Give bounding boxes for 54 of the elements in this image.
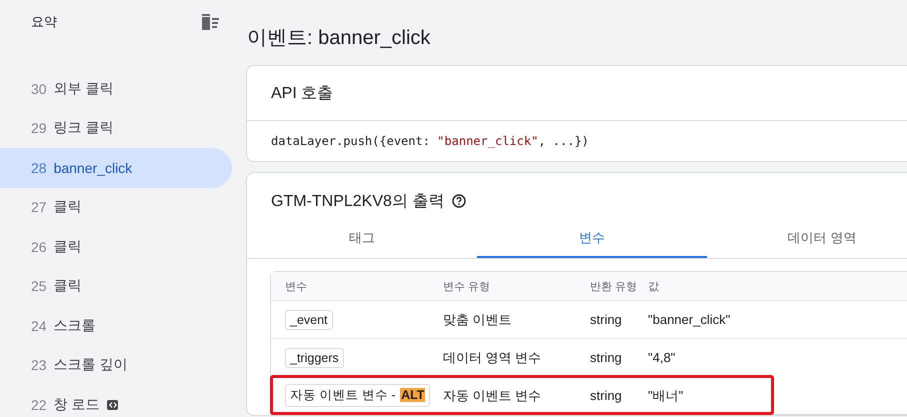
event-list-item[interactable]: 28 banner_click [0, 148, 232, 188]
table-cell: 데이터 영역 변수 [443, 350, 542, 364]
clear-list-icon[interactable] [200, 13, 222, 31]
variable-chip[interactable]: _event [285, 310, 333, 330]
event-name: 창 로드 [54, 396, 100, 414]
table-cell: "banner_click" [648, 312, 730, 327]
event-list-item[interactable]: 24 스크롤 [0, 306, 232, 346]
event-list-item[interactable]: 25 클릭 [0, 266, 232, 306]
page-title: 이벤트: banner_click [247, 26, 432, 51]
table-cell: "배너" [648, 388, 684, 402]
event-list-item[interactable]: 22 창 로드 [0, 385, 232, 417]
code-icon [107, 400, 118, 410]
event-name: 링크 클릭 [54, 119, 114, 138]
event-number: 29 [31, 120, 47, 136]
tab[interactable]: 데이터 영역 [707, 219, 907, 258]
event-name: banner_click [54, 160, 132, 176]
help-icon[interactable] [452, 194, 466, 208]
code-line: dataLayer.push({event: "banner_click", ...}) [270, 133, 590, 150]
table-cell: 맞춤 이벤트 [443, 312, 512, 326]
event-number: 27 [31, 199, 47, 216]
event-number: 25 [31, 278, 47, 294]
event-list-item[interactable]: 27 클릭 [0, 188, 232, 227]
event-number: 24 [31, 318, 47, 334]
card-title: GTM-TNPL2KV8의 출력 [271, 192, 444, 212]
event-name: 클릭 [54, 238, 82, 256]
event-number: 30 [31, 80, 47, 97]
tab[interactable]: 변수 [477, 219, 707, 258]
event-name: 클릭 [54, 277, 82, 296]
table-cell: string [590, 312, 622, 327]
event-number: 26 [31, 238, 47, 255]
table-cell: 자동 이벤트 변수 [443, 388, 542, 402]
event-list-item[interactable]: 30 외부 클릭 [0, 69, 232, 108]
card-title: API 호출 [247, 66, 907, 121]
event-name: 클릭 [54, 198, 82, 216]
event-name: 스크롤 [54, 316, 96, 335]
variable-chip[interactable]: 자동 이벤트 변수 - ALT [285, 384, 430, 407]
column-header: 값 [648, 280, 660, 294]
column-header: 반환 유형 [590, 280, 638, 294]
column-header: 변수 유형 [443, 280, 492, 294]
table-cell: "4,8" [648, 350, 676, 365]
event-name: 스크롤 깊이 [54, 356, 128, 374]
tab[interactable]: 태그 [247, 219, 477, 258]
event-list-item[interactable]: 29 링크 클릭 [0, 108, 232, 148]
column-header: 변수 [284, 280, 308, 294]
event-number: 22 [31, 396, 47, 413]
variable-chip[interactable]: _triggers [285, 348, 344, 368]
event-number: 23 [31, 357, 47, 374]
sidebar-title: 요약 [31, 13, 57, 31]
event-number: 28 [31, 160, 47, 176]
event-list-item[interactable]: 26 클릭 [0, 227, 232, 266]
table-cell: string [590, 350, 622, 365]
event-list-item[interactable]: 23 스크롤 깊이 [0, 346, 232, 385]
table-cell: string [590, 388, 622, 403]
event-name: 외부 클릭 [54, 80, 114, 98]
